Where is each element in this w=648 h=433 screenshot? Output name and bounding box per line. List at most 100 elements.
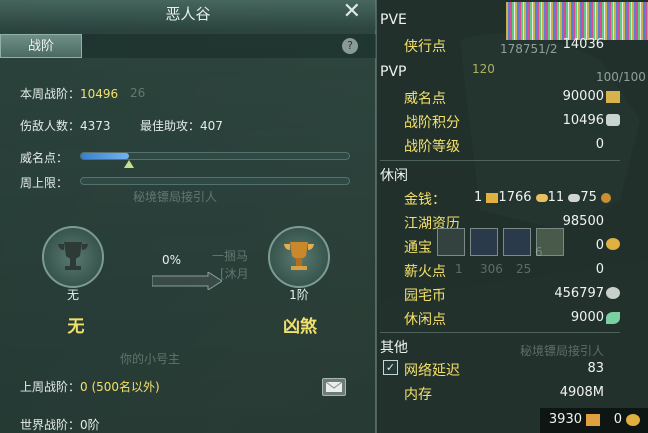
kills-row: 伤敌人数：4373 [20,117,111,134]
prestige-progress-fill [81,153,130,159]
next-rank-name: 凶煞 [283,317,317,337]
leisure-header: 休闲 [380,168,408,184]
week-rank-label: 本周战阶： [20,87,81,101]
money-value: 1 1766 11 75 [474,190,612,205]
pve-header: PVE [380,12,407,28]
leisure-points-value: 9000 [570,310,604,325]
rank-level-value: 0 [595,137,604,152]
rank-level-label: 战阶等级 [404,139,460,155]
prestige-coin-icon [606,91,620,103]
assists-value: 407 [200,119,223,133]
prestige-progress-bar [80,152,350,160]
tab-bar: 战阶 ? [0,34,376,58]
week-cap-label: 周上限： [20,176,69,190]
pvp-header: PVP [380,64,407,80]
slot-count-3: 25 [516,262,532,276]
ghost-quest2: 一捆马 [212,249,249,263]
bottom-coin-icon [626,414,640,426]
last-week-row: 上周战阶：0 (500名以外) [20,378,160,395]
last-week-label: 上周战阶： [20,380,81,394]
memory-label: 内存 [404,387,432,403]
item-slot-1[interactable] [437,228,465,256]
prestige-overlay-label: 威名点 [404,91,446,107]
prestige-overlay-value: 90000 [562,89,604,104]
game-screen: 恶人谷 ✕ 战阶 ? 26 本周战阶：10496 伤敌人数：4373 最佳助攻：… [0,0,648,433]
gold-ingot-icon [535,193,548,202]
xinhuo-label: 薪火点 [404,264,446,280]
xinhuo-value: 0 [595,262,604,277]
last-week-value: 0 (500名以外) [80,380,160,394]
help-icon[interactable]: ? [342,38,358,54]
current-rank-name: 无 [67,317,85,337]
ghost-quest3: [沐月 [220,267,249,281]
week-cap-progress-bar [80,177,350,185]
money-yin: 11 [547,190,565,205]
current-rank-level: 无 [66,288,79,302]
jianghu-value: 98500 [562,214,604,229]
leaf-icon [606,312,620,324]
item-slot-2[interactable] [470,228,498,256]
world-rank-label: 世界战阶： [20,418,81,432]
rank-panel: 恶人谷 ✕ 战阶 ? 26 本周战阶：10496 伤敌人数：4373 最佳助攻：… [0,0,376,433]
slot-count-4: 6 [535,245,543,259]
rank-points-value: 10496 [562,113,604,128]
yuanzhai-label: 园宅币 [404,288,446,304]
gold-bar-icon [486,192,499,203]
bottom-value-2: 0 [613,412,622,427]
trophy-gray-icon [58,242,88,270]
close-icon[interactable]: ✕ [343,0,361,24]
prestige-marker-icon [124,160,134,168]
mail-icon [325,381,343,392]
separator-other [380,332,620,333]
top-status-strip [506,2,648,40]
ghost-quest5: 秘境镖局接引人 [520,344,605,358]
latency-label: 网络延迟 [404,363,460,379]
tongbao-coin-icon [606,238,620,250]
hp-text: 100/100 [596,70,646,84]
next-rank-level: 1阶 [289,288,309,302]
leisure-points-label: 休闲点 [404,312,446,328]
rank-percent: 0% [162,253,182,267]
ghost-quest4: 你的小号主 [120,352,181,366]
money-tong: 75 [580,190,597,205]
kills-label: 伤敌人数： [20,119,81,133]
assists-label: 最佳助攻： [140,119,201,133]
xiaxing-value: 14036 [562,37,604,52]
tongbao-label: 通宝 [404,240,432,256]
world-rank-value: 0阶 [80,418,100,432]
slot-count-1: 1 [455,262,463,276]
ghost-quest1: 秘境镖局接引人 [133,190,218,204]
world-rank-row: 世界战阶：0阶 [20,416,100,433]
bottom-ticket-icon [586,414,600,426]
rank-points-label: 战阶积分 [404,115,460,131]
yuanzhai-icon [606,287,620,299]
latency-value: 83 [587,361,604,376]
copper-coin-icon [601,192,612,203]
silver-ingot-icon [568,193,581,202]
latency-checkbox[interactable]: ✓ [383,360,398,375]
arrow-right-icon [152,272,222,290]
bottom-value-1: 3930 [548,412,582,427]
yuanzhai-value: 456797 [554,286,604,301]
window-title: 恶人谷 [165,5,211,23]
money-label: 金钱： [404,192,446,208]
assists-row: 最佳助攻：407 [140,117,223,134]
week-rank-row: 本周战阶：10496 [20,85,118,102]
trophy-gold-icon [284,242,314,270]
memory-value: 4908M [559,385,604,400]
mail-button[interactable] [322,378,346,396]
money-gold-prefix: 1 [474,190,483,205]
xiaxing-label: 侠行点 [404,39,446,55]
other-header: 其他 [380,340,408,356]
next-rank-badge [268,226,330,288]
item-slot-3[interactable] [503,228,531,256]
current-rank-badge [42,226,104,288]
slot-count-2: 306 [480,262,503,276]
prestige-label: 威名点： [20,151,69,165]
tab-rank[interactable]: 战阶 [0,34,82,58]
week-rank-value: 10496 [80,87,119,101]
level-small: 120 [472,62,495,76]
ghost-level: 26 [130,86,146,100]
separator-leisure [380,160,620,161]
money-jin: 1766 [498,190,532,205]
